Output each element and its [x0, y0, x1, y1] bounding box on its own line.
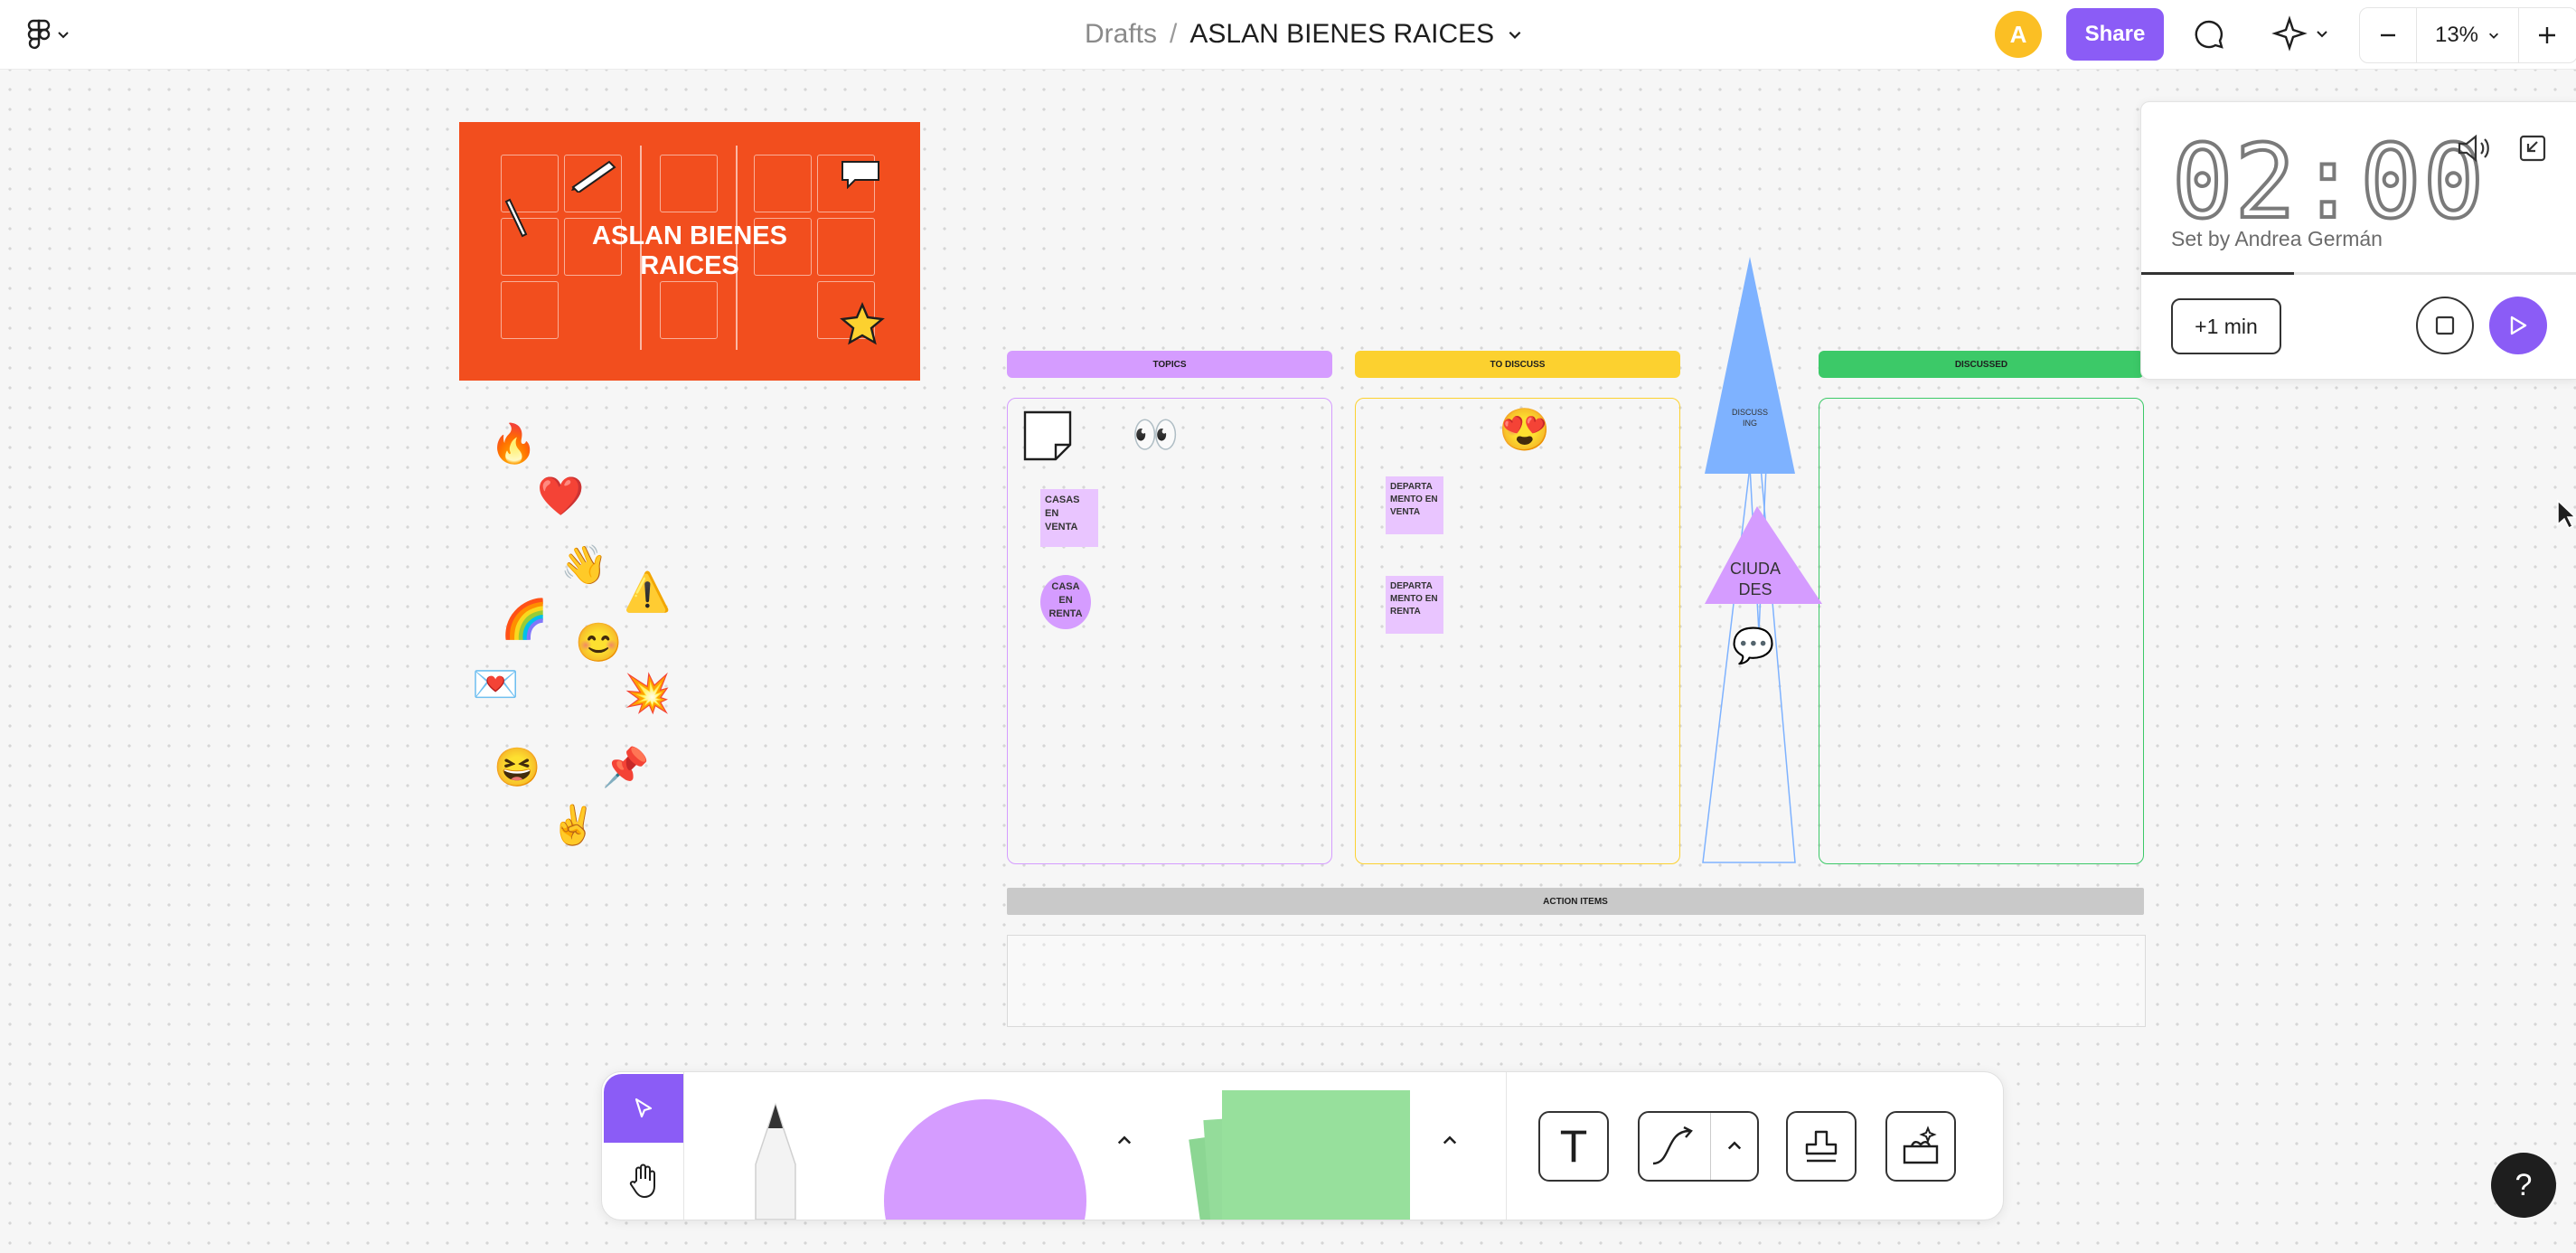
main-menu-button[interactable]: [20, 16, 78, 52]
play-icon: [2510, 316, 2527, 335]
title-banner[interactable]: ASLAN BIENES RAICES: [459, 122, 920, 381]
connector-icon: [1640, 1113, 1711, 1180]
share-button[interactable]: Share: [2066, 8, 2164, 61]
avatar[interactable]: A: [1995, 11, 2042, 58]
breadcrumb-separator: /: [1170, 19, 1178, 49]
timer-progress-fill: [2141, 272, 2294, 275]
divider: [683, 1072, 684, 1220]
sticky-casas-venta[interactable]: CASAS EN VENTA: [1040, 489, 1098, 547]
grinning-face-icon[interactable]: 😆: [494, 749, 541, 787]
sticky-depto-renta[interactable]: DEPARTA MENTO EN RENTA: [1386, 576, 1443, 634]
zoom-controls: 13%: [2359, 7, 2576, 63]
column-header-discussed[interactable]: DISCUSSED: [1819, 351, 2144, 378]
breadcrumb-drafts[interactable]: Drafts: [1085, 19, 1157, 50]
stop-timer-button[interactable]: [2416, 297, 2474, 354]
shape-tool[interactable]: [884, 1099, 1086, 1220]
plus-icon: [2539, 27, 2555, 43]
eyes-icon[interactable]: 👀: [1132, 416, 1179, 454]
add-minute-button[interactable]: +1 min: [2171, 298, 2281, 354]
sticky-stack-front: [1222, 1090, 1410, 1220]
timer-display: 02:00: [2170, 122, 2487, 243]
sticky-note-icon[interactable]: [1021, 409, 1074, 463]
cursor-arrow-icon: [635, 1098, 653, 1118]
comment-icon: [2195, 20, 2223, 49]
column-header-to-discuss[interactable]: TO DISCUSS: [1355, 351, 1680, 378]
stop-icon: [2435, 316, 2455, 335]
chevron-up-icon: [1727, 1141, 1741, 1150]
chevron-up-icon: [1117, 1135, 1132, 1145]
shape-options-button[interactable]: [1108, 1125, 1141, 1157]
star-icon: [840, 301, 885, 345]
text-tool[interactable]: T: [1538, 1111, 1609, 1182]
chevron-up-icon: [1443, 1135, 1457, 1145]
minus-icon: [2381, 33, 2395, 37]
topics-column[interactable]: [1007, 398, 1332, 864]
pencil-tool[interactable]: [738, 1101, 813, 1220]
help-button[interactable]: ?: [2491, 1153, 2556, 1218]
mouse-cursor-icon: [2557, 499, 2576, 530]
text-icon: T: [1559, 1121, 1588, 1172]
love-letter-icon[interactable]: 💌: [472, 665, 519, 703]
sparkle-icon: [2271, 15, 2308, 52]
wow-icon[interactable]: 💥: [624, 674, 671, 712]
heart-eyes-icon[interactable]: 😍: [1499, 409, 1550, 450]
timer-panel: 02:00 Set by Andrea Germán +1 min: [2140, 101, 2576, 380]
pushpin-icon[interactable]: 📌: [602, 749, 649, 787]
zoom-in-button[interactable]: [2519, 8, 2575, 62]
warning-icon[interactable]: ⚠️: [624, 573, 671, 611]
smiley-icon[interactable]: 😊: [575, 624, 622, 662]
play-timer-button[interactable]: [2489, 297, 2547, 354]
sticky-ciudades[interactable]: CIUDA DES: [1726, 559, 1784, 600]
timer-progress: [2141, 272, 2576, 275]
zoom-out-button[interactable]: [2360, 8, 2417, 62]
chevron-down-icon[interactable]: [1507, 26, 1523, 42]
waving-hand-icon[interactable]: 👋: [560, 546, 607, 584]
done-bubble-icon: [841, 161, 879, 189]
comment-button[interactable]: [2187, 13, 2231, 56]
sound-icon[interactable]: [2456, 133, 2492, 164]
hand-tool[interactable]: [604, 1145, 683, 1217]
pencil-sticker-icon: [504, 198, 528, 238]
chevron-down-icon: [2317, 31, 2327, 38]
divider: [1506, 1072, 1507, 1220]
timer-set-by: Set by Andrea Germán: [2171, 227, 2383, 250]
connector-tool[interactable]: [1638, 1111, 1759, 1182]
heart-icon[interactable]: ❤️: [537, 477, 584, 515]
sticky-options-button[interactable]: [1434, 1125, 1466, 1157]
chevron-down-icon: [58, 32, 69, 39]
sticky-depto-venta[interactable]: DEPARTA MENTO EN VENTA: [1386, 476, 1443, 534]
sticky-note-tool[interactable]: [1189, 1090, 1410, 1220]
chat-at-icon[interactable]: 💬: [1732, 629, 1774, 664]
hand-icon: [629, 1164, 655, 1199]
ai-actions-button[interactable]: [2260, 11, 2341, 56]
stamp-icon: [1805, 1130, 1838, 1163]
action-items-area[interactable]: [1007, 935, 2146, 1027]
figma-logo-icon: [27, 19, 51, 50]
sticky-casa-renta[interactable]: CASA EN RENTA: [1040, 575, 1091, 629]
pencil-sticker-icon: [571, 160, 616, 193]
peace-hand-icon[interactable]: ✌️: [550, 806, 597, 844]
breadcrumb: Drafts / ASLAN BIENES RAICES: [1085, 16, 1523, 52]
magic-box-icon: [1903, 1126, 1939, 1164]
stamp-tool[interactable]: [1786, 1111, 1857, 1182]
zoom-level-dropdown[interactable]: 13%: [2417, 8, 2519, 62]
move-tool[interactable]: [604, 1074, 683, 1143]
column-header-topics[interactable]: TOPICS: [1007, 351, 1332, 378]
fire-icon[interactable]: 🔥: [490, 425, 537, 463]
zoom-level: 13%: [2434, 23, 2479, 47]
chevron-down-icon: [2489, 33, 2499, 39]
collapse-timer-icon[interactable]: [2517, 133, 2548, 164]
file-name[interactable]: ASLAN BIENES RAICES: [1189, 19, 1494, 50]
widgets-tool[interactable]: [1885, 1111, 1956, 1182]
connector-options-button[interactable]: [1711, 1113, 1757, 1180]
action-items-header[interactable]: ACTION ITEMS: [1007, 888, 2144, 915]
bottom-toolbar: T: [601, 1071, 2004, 1220]
rainbow-magic-icon[interactable]: 🌈: [501, 600, 548, 638]
discussing-label: DISCUSS ING: [1731, 408, 1768, 428]
discussed-column[interactable]: [1819, 398, 2144, 864]
